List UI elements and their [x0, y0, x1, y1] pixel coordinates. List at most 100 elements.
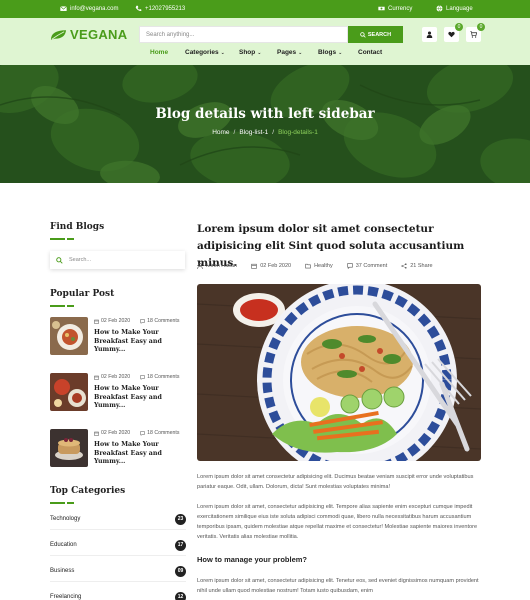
article-author-text: Miron Hasan [206, 263, 238, 269]
popular-post-meta: 02 Feb 2020 18 Comments [94, 374, 179, 380]
category-item[interactable]: Business 09 [50, 562, 186, 582]
nav-pages-label: Pages [277, 49, 297, 56]
article-paragraph: Lorem ipsum dolor sit amet, consectetur … [197, 578, 479, 594]
breadcrumb-current: Blog-details-1 [278, 129, 318, 136]
user-icon [197, 263, 203, 269]
top-categories-heading: Top Categories [50, 486, 126, 496]
main-nav: Home Categories ⌄ Shop ⌄ Pages ⌄ Blogs ⌄… [0, 49, 530, 61]
popular-post-meta: 02 Feb 2020 18 Comments [94, 430, 179, 436]
post-date-text: 02 Feb 2020 [101, 374, 131, 380]
category-name: Education [50, 542, 77, 548]
leaf-logo-icon [50, 29, 67, 40]
page-banner: Blog details with left sidebar Home / Blog… [0, 65, 530, 183]
nav-blogs[interactable]: Blogs ⌄ [318, 49, 342, 56]
article-paragraph: Lorem ipsum dolor sit amet, consectetur … [197, 504, 478, 540]
logo[interactable]: VEGANA [50, 27, 127, 42]
popular-post-thumbnail[interactable] [50, 317, 88, 355]
article-category-text: Healthy [314, 263, 333, 269]
category-count-badge: 17 [175, 540, 186, 551]
popular-post-item[interactable]: 02 Feb 2020 18 Comments How to Make Your… [50, 317, 190, 355]
currency-selector[interactable]: Currency [378, 5, 412, 12]
article-meta: Miron Hasan 02 Feb 2020 Healthy 37 Comme… [197, 263, 433, 269]
chevron-down-icon: ⌄ [298, 49, 303, 56]
language-selector[interactable]: Language [436, 5, 473, 12]
popular-post-item[interactable]: 02 Feb 2020 18 Comments How to Make Your… [50, 373, 190, 411]
account-button[interactable] [422, 27, 437, 42]
chevron-down-icon: ⌄ [257, 49, 262, 56]
phone-text: +12027955213 [145, 5, 186, 12]
category-item[interactable]: Education 17 [50, 536, 186, 556]
article-shares[interactable]: 21 Share [401, 263, 433, 269]
article-author[interactable]: Miron Hasan [197, 263, 237, 269]
popular-post-item[interactable]: 02 Feb 2020 18 Comments How to Make Your… [50, 429, 190, 467]
blog-search-input[interactable]: Search... [50, 251, 185, 269]
chevron-down-icon: ⌄ [220, 49, 225, 56]
find-blogs-heading: Find Blogs [50, 222, 105, 232]
category-item[interactable]: Technology 23 [50, 510, 186, 530]
post-comments-text: 18 Comments [147, 430, 180, 436]
search-icon [360, 31, 366, 38]
search-button-label: SEARCH [367, 31, 392, 38]
currency-label: Currency [388, 5, 413, 12]
category-item[interactable]: Freelancing 12 [50, 588, 186, 600]
money-icon [378, 6, 385, 11]
post-comments-text: 18 Comments [147, 374, 180, 380]
comment-icon [140, 430, 145, 436]
popular-post-title[interactable]: How to Make Your Breakfast Easy and Yumm… [94, 441, 190, 467]
article-comments[interactable]: 37 Comment [347, 263, 387, 269]
noodle-salad-plate-image [197, 284, 481, 461]
phone-link[interactable]: +12027955213 [135, 5, 185, 12]
category-count-badge: 12 [175, 592, 186, 600]
nav-shop[interactable]: Shop ⌄ [239, 49, 261, 56]
breadcrumb-blog-list[interactable]: Blog-list-1 [239, 129, 268, 136]
nav-pages[interactable]: Pages ⌄ [277, 49, 302, 56]
article-category[interactable]: Healthy [305, 263, 333, 269]
nav-shop-label: Shop [239, 49, 256, 56]
share-icon [401, 263, 407, 269]
article-shares-text: 21 Share [410, 263, 433, 269]
breadcrumb-home[interactable]: Home [212, 129, 229, 136]
breadcrumb-separator: / [233, 129, 236, 136]
article-date-text: 02 Feb 2020 [260, 263, 292, 269]
heading-underline [50, 502, 74, 504]
email-text: info@vegana.com [70, 5, 119, 12]
popular-post-title[interactable]: How to Make Your Breakfast Easy and Yumm… [94, 385, 190, 411]
mail-icon [60, 6, 67, 11]
cart-icon [470, 31, 477, 38]
user-icon [426, 31, 433, 38]
popular-post-thumbnail[interactable] [50, 429, 88, 467]
wishlist-button[interactable]: 0 [444, 23, 463, 42]
popular-post-thumbnail[interactable] [50, 373, 88, 411]
nav-contact[interactable]: Contact [358, 49, 382, 56]
comment-icon [140, 374, 145, 380]
breakfast-plate-image [50, 317, 88, 355]
page-title: Blog details with left sidebar [155, 106, 375, 122]
category-count-badge: 09 [175, 566, 186, 577]
logo-text: VEGANA [70, 27, 128, 42]
cart-button[interactable]: 0 [466, 23, 485, 42]
search-button[interactable]: SEARCH [348, 26, 403, 43]
category-name: Freelancing [50, 594, 82, 600]
post-date: 02 Feb 2020 [94, 374, 130, 380]
category-count-badge: 23 [175, 514, 186, 525]
nav-categories[interactable]: Categories ⌄ [185, 49, 225, 56]
post-date-text: 02 Feb 2020 [101, 430, 131, 436]
nav-home[interactable]: Home [150, 49, 168, 56]
blog-search-placeholder: Search... [69, 257, 92, 263]
comment-icon [140, 318, 145, 324]
nav-home-label: Home [150, 49, 169, 56]
wishlist-count-badge: 0 [455, 23, 463, 31]
heart-icon [448, 31, 455, 38]
post-date: 02 Feb 2020 [94, 318, 130, 324]
category-name: Business [50, 568, 75, 574]
popular-post-title[interactable]: How to Make Your Breakfast Easy and Yumm… [94, 329, 190, 355]
pancake-image [50, 429, 88, 467]
email-link[interactable]: info@vegana.com [60, 5, 118, 12]
article-subheading: How to manage your problem? [197, 555, 308, 564]
article-featured-image [197, 284, 481, 461]
food-table-image [50, 373, 88, 411]
calendar-icon [94, 319, 99, 324]
search-input[interactable]: Search anything... [139, 26, 348, 43]
popular-post-meta: 02 Feb 2020 18 Comments [94, 318, 179, 324]
folder-icon [305, 263, 311, 269]
